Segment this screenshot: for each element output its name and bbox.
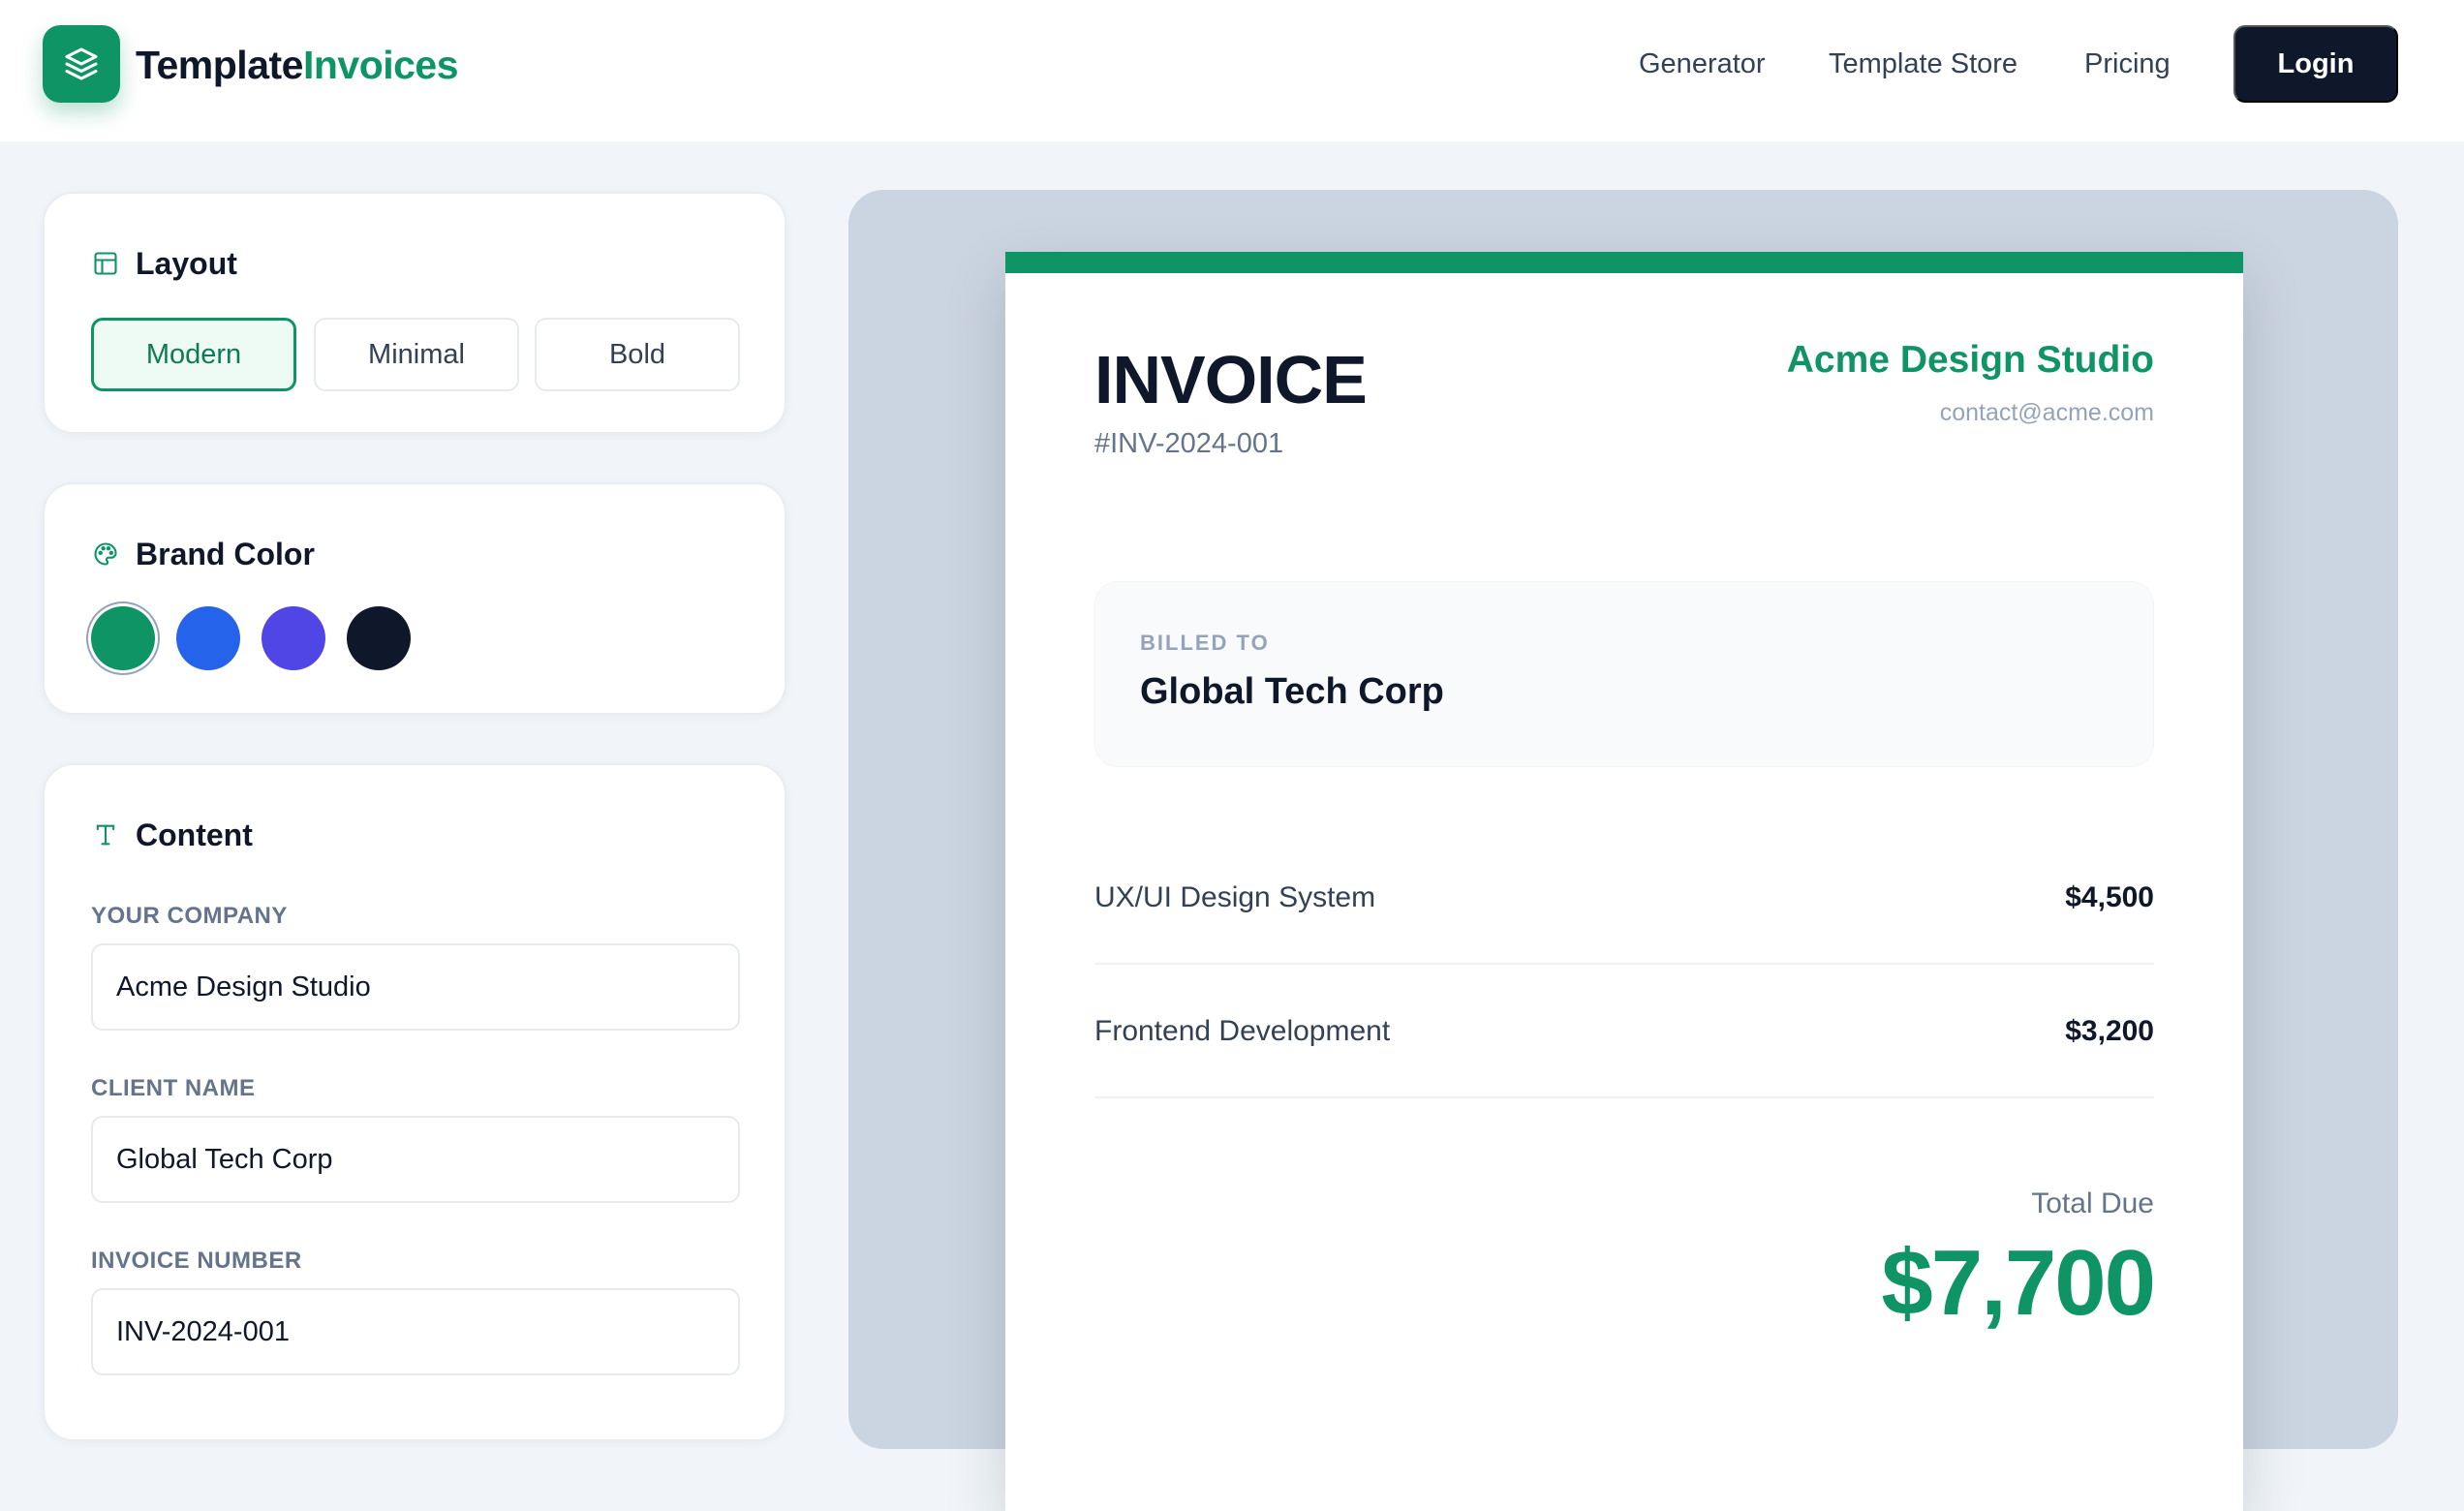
invoice-accent-bar xyxy=(1005,252,2243,273)
layout-card: Layout Modern Minimal Bold xyxy=(43,192,786,434)
nav-link-template-store[interactable]: Template Store xyxy=(1829,43,2017,85)
top-navbar: Template Invoices Generator Template Stor… xyxy=(0,0,2464,141)
invoice-number: #INV-2024-001 xyxy=(1094,428,1284,459)
line-item: Frontend Development $3,200 xyxy=(1094,967,2154,1098)
billed-to-label: BILLED TO xyxy=(1140,631,1270,655)
text-icon xyxy=(91,820,120,849)
layout-icon xyxy=(91,249,120,278)
content-card-title: Content xyxy=(136,817,253,852)
palette-icon xyxy=(91,540,120,569)
billed-to-client: Global Tech Corp xyxy=(1140,671,1444,712)
brand-name-part2: Invoices xyxy=(302,42,459,87)
layout-option-bold[interactable]: Bold xyxy=(535,318,740,391)
nav-link-pricing[interactable]: Pricing xyxy=(2084,43,2171,85)
color-swatch-indigo[interactable] xyxy=(262,606,325,670)
brand-color-card: Brand Color xyxy=(43,482,786,715)
invoice-preview-panel: INVOICE #INV-2024-001 Acme Design Studio… xyxy=(848,190,2398,1511)
invoice-number-input[interactable] xyxy=(91,1288,740,1375)
client-input[interactable] xyxy=(91,1116,740,1203)
invoice-company-email: contact@acme.com xyxy=(1939,399,2154,426)
brand-name-part1: Template xyxy=(136,42,303,87)
login-button[interactable]: Login xyxy=(2233,25,2398,103)
invoice-document: INVOICE #INV-2024-001 Acme Design Studio… xyxy=(1005,252,2243,1511)
layout-option-modern[interactable]: Modern xyxy=(91,318,296,391)
line-item-description: Frontend Development xyxy=(1094,1015,1391,1047)
client-field-label: Client Name xyxy=(91,1075,256,1101)
logo-mark[interactable] xyxy=(43,25,120,103)
brand-color-card-title: Brand Color xyxy=(136,536,315,571)
line-item-description: UX/UI Design System xyxy=(1094,881,1376,913)
color-swatch-green[interactable] xyxy=(91,606,155,670)
layout-option-minimal[interactable]: Minimal xyxy=(314,318,519,391)
line-item: UX/UI Design System $4,500 xyxy=(1094,833,2154,965)
company-field-label: Your Company xyxy=(91,903,288,929)
layout-card-title: Layout xyxy=(136,245,237,281)
line-item-amount: $4,500 xyxy=(2065,881,2154,913)
content-card-header: Content xyxy=(91,816,253,854)
nav-link-generator[interactable]: Generator xyxy=(1639,43,1766,85)
brand-color-card-header: Brand Color xyxy=(91,535,315,573)
content-card: Content Your Company Client Name Invoice… xyxy=(43,763,786,1441)
total-due-amount: $7,700 xyxy=(1881,1231,2156,1335)
company-input[interactable] xyxy=(91,943,740,1031)
invoice-title: INVOICE xyxy=(1094,342,1368,417)
layout-card-header: Layout xyxy=(91,244,237,283)
layers-icon xyxy=(65,47,98,80)
color-swatch-navy[interactable] xyxy=(347,606,411,670)
total-due-label: Total Due xyxy=(2031,1187,2154,1219)
line-item-amount: $3,200 xyxy=(2065,1015,2154,1047)
invoice-company-name: Acme Design Studio xyxy=(1786,339,2154,381)
brand-wordmark[interactable]: Template Invoices xyxy=(136,39,459,91)
color-swatch-blue[interactable] xyxy=(176,606,240,670)
billed-to-box: BILLED TO Global Tech Corp xyxy=(1094,581,2154,767)
invoice-number-field-label: Invoice Number xyxy=(91,1248,302,1274)
